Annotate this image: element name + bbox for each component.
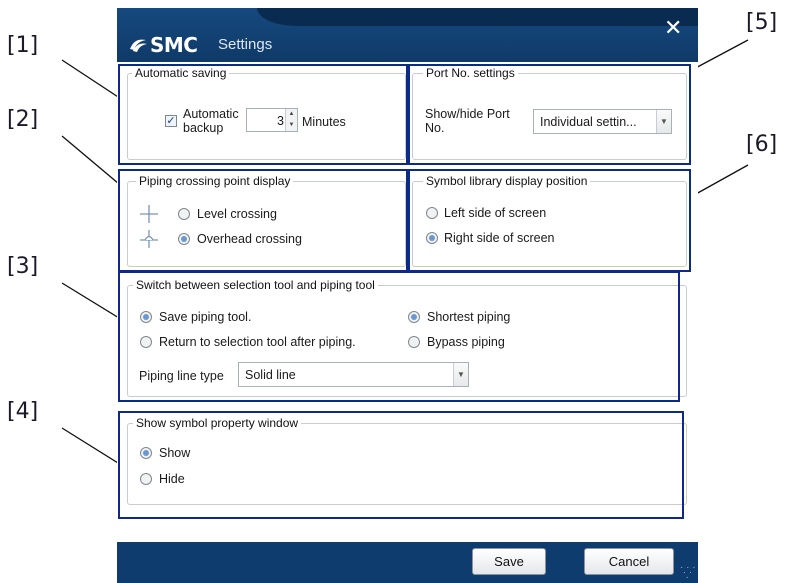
cancel-button[interactable]: Cancel <box>584 548 674 575</box>
highlight-box-3 <box>118 271 680 402</box>
close-icon[interactable]: ✕ <box>664 15 682 41</box>
callout-1: [1] <box>7 33 39 58</box>
highlight-box-5 <box>406 64 691 165</box>
highlight-box-1 <box>118 64 410 165</box>
brand-name: SMC <box>150 33 198 57</box>
dialog-title: Settings <box>218 36 273 53</box>
smc-logo: SMC <box>128 33 198 57</box>
title-bar <box>117 8 698 62</box>
resize-grip-icon[interactable]: · · · · · · <box>680 563 696 583</box>
highlight-box-4 <box>118 411 684 519</box>
callout-3: [3] <box>7 254 39 279</box>
smc-logo-icon <box>130 39 147 52</box>
save-button[interactable]: Save <box>472 548 546 575</box>
callout-5: [5] <box>746 10 778 35</box>
callout-2: [2] <box>7 107 39 132</box>
highlight-box-6 <box>406 169 691 272</box>
highlight-box-2 <box>118 169 410 272</box>
callout-4: [4] <box>7 399 39 424</box>
callout-6: [6] <box>746 132 778 157</box>
